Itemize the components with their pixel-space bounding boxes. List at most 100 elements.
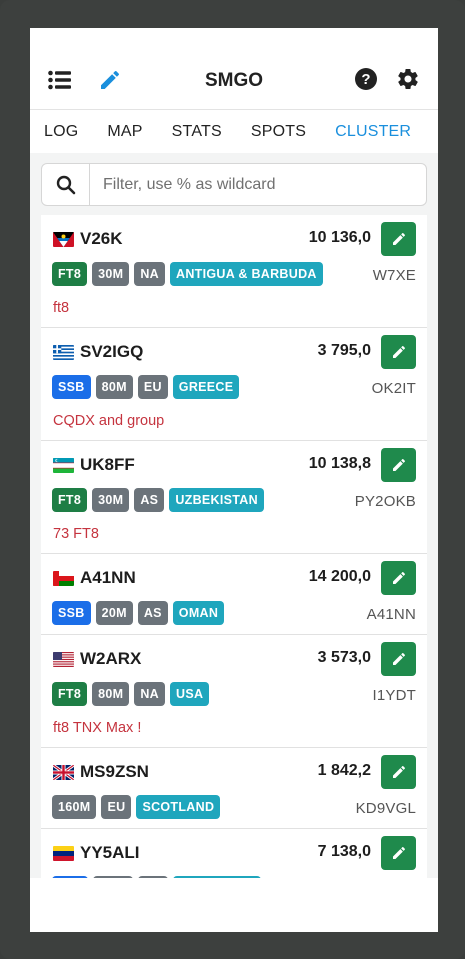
country-badge: SCOTLAND xyxy=(136,795,221,819)
band-badge: 30M xyxy=(92,488,130,512)
country-badge xyxy=(173,876,261,878)
spot-list: V26K 10 136,0 FT8 30M NA ANTIGUA & BARBU… xyxy=(41,215,427,878)
spotter-callsign: PY2OKB xyxy=(354,493,416,510)
app-header: SMGO ? xyxy=(30,28,438,110)
spotter-callsign: OK2IT xyxy=(371,380,416,397)
mode-badge: FT8 xyxy=(52,488,88,512)
search-icon xyxy=(42,164,90,205)
spot-frequency: 10 138,8 xyxy=(308,455,371,472)
spot-frequency: 14 200,0 xyxy=(308,568,371,585)
spot-row[interactable]: MS9ZSN 1 842,2 160M EU SCOTLAND KD9VGL xyxy=(41,748,427,829)
spot-callsign: A41NN xyxy=(80,568,136,587)
help-icon[interactable]: ? xyxy=(354,67,378,91)
tab-log[interactable]: LOG xyxy=(44,123,78,141)
band-badge xyxy=(93,876,133,878)
spot-frequency: 10 136,0 xyxy=(308,229,371,246)
spot-callsign: YY5ALI xyxy=(80,843,140,862)
continent-badge: AS xyxy=(137,601,168,625)
band-badge: 20M xyxy=(95,601,133,625)
tab-cluster[interactable]: CLUSTER xyxy=(335,123,411,141)
spot-callsign: W2ARX xyxy=(80,649,142,668)
spot-callsign: V26K xyxy=(80,229,123,248)
greece-flag-icon xyxy=(53,345,74,360)
spot-badges xyxy=(52,876,266,878)
tab-map[interactable]: MAP xyxy=(107,123,142,141)
cluster-content: V26K 10 136,0 FT8 30M NA ANTIGUA & BARBU… xyxy=(30,153,438,878)
continent-badge: EU xyxy=(101,795,132,819)
continent-badge: EU xyxy=(137,375,168,399)
country-badge: OMAN xyxy=(172,601,225,625)
antigua-flag-icon xyxy=(53,232,74,247)
spot-row[interactable]: SV2IGQ 3 795,0 SSB 80M EU GREECE OK2IT C… xyxy=(41,328,427,441)
spot-row[interactable]: YY5ALI 7 138,0 xyxy=(41,829,427,878)
spot-row[interactable]: UK8FF 10 138,8 FT8 30M AS UZBEKISTAN PY2… xyxy=(41,441,427,554)
mode-badge: FT8 xyxy=(52,682,88,706)
band-badge: 30M xyxy=(92,262,130,286)
log-spot-button[interactable] xyxy=(381,561,416,595)
spot-comment: ft8 TNX Max ! xyxy=(53,720,142,736)
pencil-icon xyxy=(392,459,405,471)
spot-badges: FT8 30M AS UZBEKISTAN xyxy=(52,488,269,512)
svg-text:?: ? xyxy=(361,71,370,88)
uk-flag-icon xyxy=(53,765,74,780)
mode-badge xyxy=(52,876,88,878)
tab-spots[interactable]: SPOTS xyxy=(251,123,306,141)
spot-row[interactable]: A41NN 14 200,0 SSB 20M AS OMAN A41NN xyxy=(41,554,427,635)
spot-badges: 160M EU SCOTLAND xyxy=(52,795,225,819)
continent-badge xyxy=(138,876,168,878)
spot-frequency: 7 138,0 xyxy=(317,843,371,860)
band-badge: 80M xyxy=(92,682,130,706)
pencil-icon xyxy=(392,233,405,245)
usa-flag-icon xyxy=(53,652,74,667)
device-frame: SMGO ? LOG MAP STATS SPOTS CLUSTER Filte… xyxy=(0,0,465,959)
spot-row[interactable]: V26K 10 136,0 FT8 30M NA ANTIGUA & BARBU… xyxy=(41,215,427,328)
log-spot-button[interactable] xyxy=(381,448,416,482)
spot-badges: FT8 30M NA ANTIGUA & BARBUDA xyxy=(52,262,328,286)
spot-comment: CQDX and group xyxy=(53,413,165,429)
country-badge: ANTIGUA & BARBUDA xyxy=(170,262,323,286)
tab-stats[interactable]: STATS xyxy=(172,123,222,141)
spot-frequency: 3 573,0 xyxy=(317,649,371,666)
spotter-callsign: W7XE xyxy=(372,267,416,284)
country-badge: USA xyxy=(170,682,210,706)
pencil-icon xyxy=(392,766,405,778)
spot-comment: ft8 xyxy=(53,300,70,316)
log-spot-button[interactable] xyxy=(381,222,416,256)
spot-callsign: SV2IGQ xyxy=(80,342,144,361)
spotter-callsign: I1YDT xyxy=(372,687,416,704)
spot-row[interactable]: W2ARX 3 573,0 FT8 80M NA USA I1YDT ft8 T… xyxy=(41,635,427,748)
gear-icon[interactable] xyxy=(396,67,420,91)
mode-badge: FT8 xyxy=(52,262,88,286)
pencil-icon xyxy=(392,653,405,665)
app-screen: SMGO ? LOG MAP STATS SPOTS CLUSTER Filte… xyxy=(30,28,438,932)
pencil-icon xyxy=(392,572,405,584)
log-spot-button[interactable] xyxy=(381,836,416,870)
pencil-icon xyxy=(392,847,405,859)
spot-callsign: UK8FF xyxy=(80,455,135,474)
spotter-callsign: A41NN xyxy=(366,606,416,623)
spot-frequency: 3 795,0 xyxy=(317,342,371,359)
pencil-icon xyxy=(392,346,405,358)
search-input[interactable] xyxy=(90,164,426,205)
band-badge: 160M xyxy=(52,795,97,819)
spotter-callsign: KD9VGL xyxy=(355,800,416,817)
spot-callsign: MS9ZSN xyxy=(80,762,149,781)
mode-badge: SSB xyxy=(52,375,91,399)
continent-badge: NA xyxy=(134,262,165,286)
log-spot-button[interactable] xyxy=(381,335,416,369)
mode-badge: SSB xyxy=(52,601,91,625)
spot-badges: SSB 20M AS OMAN xyxy=(52,601,229,625)
spot-frequency: 1 842,2 xyxy=(317,762,371,779)
spot-comment: 73 FT8 xyxy=(53,526,99,542)
country-badge: GREECE xyxy=(172,375,240,399)
band-badge: 80M xyxy=(95,375,133,399)
continent-badge: NA xyxy=(134,682,165,706)
uzbekistan-flag-icon xyxy=(53,458,74,473)
spot-badges: SSB 80M EU GREECE xyxy=(52,375,244,399)
log-spot-button[interactable] xyxy=(381,642,416,676)
tab-bar: LOG MAP STATS SPOTS CLUSTER xyxy=(30,111,438,153)
log-spot-button[interactable] xyxy=(381,755,416,789)
continent-badge: AS xyxy=(134,488,165,512)
spot-badges: FT8 80M NA USA xyxy=(52,682,214,706)
venezuela-flag-icon xyxy=(53,846,74,861)
